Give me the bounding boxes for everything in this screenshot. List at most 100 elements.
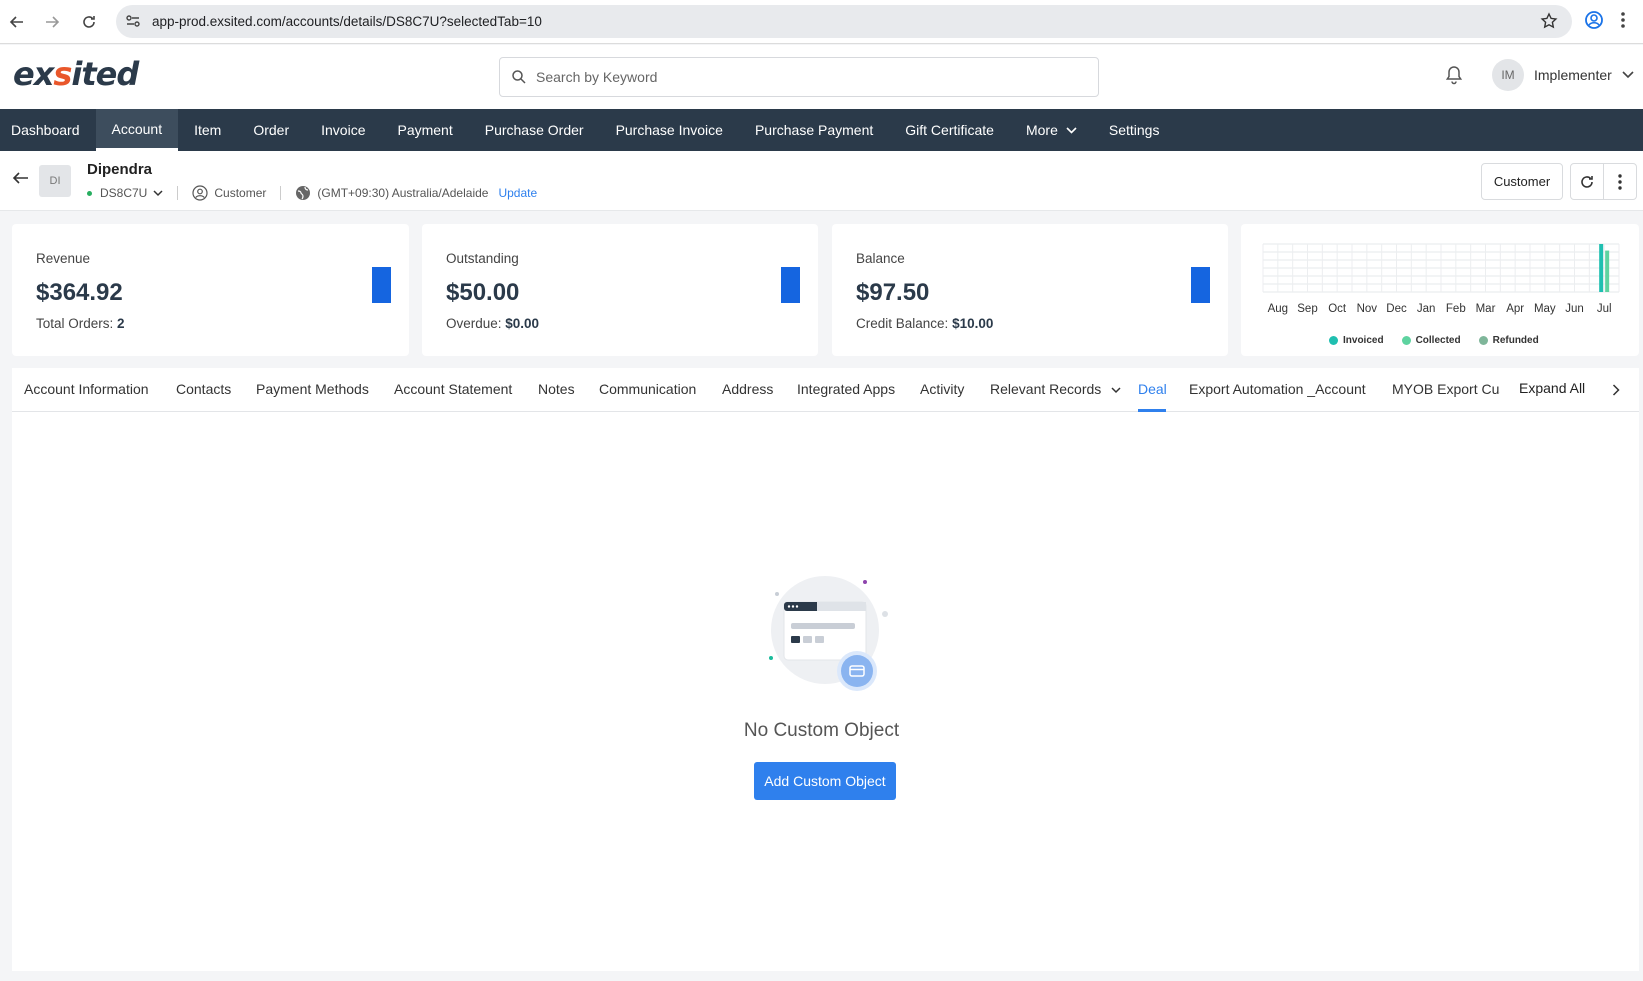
- add-custom-object-button[interactable]: Add Custom Object: [754, 762, 896, 800]
- more-actions-button[interactable]: [1603, 163, 1637, 200]
- site-settings-icon[interactable]: [124, 12, 142, 35]
- nav-gift-certificate[interactable]: Gift Certificate: [889, 109, 1010, 151]
- legend-invoiced[interactable]: Invoiced: [1329, 335, 1384, 346]
- x-tick-label: Nov: [1357, 303, 1378, 315]
- nav-account[interactable]: Account: [95, 109, 179, 151]
- x-tick-label: Mar: [1476, 303, 1496, 315]
- x-tick-label: Feb: [1446, 303, 1466, 315]
- account-id[interactable]: DS8C7U: [100, 186, 147, 200]
- tab-activity[interactable]: Activity: [920, 381, 964, 397]
- outstanding-label: Outstanding: [446, 251, 519, 266]
- update-timezone-link[interactable]: Update: [498, 186, 537, 200]
- status-dot: [87, 190, 92, 196]
- tab-contacts[interactable]: Contacts: [176, 381, 231, 397]
- nav-more-label: More: [1025, 122, 1058, 138]
- back-arrow-icon[interactable]: [11, 171, 29, 190]
- refresh-button[interactable]: [1570, 163, 1604, 200]
- nav-payment[interactable]: Payment: [381, 109, 468, 151]
- balance-label: Balance: [856, 251, 905, 266]
- tab-notes[interactable]: Notes: [538, 381, 575, 397]
- empty-state-title: No Custom Object: [743, 720, 900, 741]
- tab-relevant-records[interactable]: Relevant Records: [990, 381, 1121, 397]
- globe-icon: [296, 186, 311, 200]
- nav-order[interactable]: Order: [237, 109, 305, 151]
- monthly-chart: Aug Sep Oct Nov Dec Jan Feb Mar Apr May Jun Jul: [1262, 243, 1620, 315]
- tab-address[interactable]: Address: [722, 381, 773, 397]
- tab-export-automation-account[interactable]: Export Automation _Account: [1189, 381, 1366, 397]
- bar-collected-jul[interactable]: [1605, 250, 1610, 292]
- legend-refunded[interactable]: Refunded: [1478, 335, 1539, 346]
- nav-purchase-invoice[interactable]: Purchase Invoice: [600, 109, 739, 151]
- user-menu[interactable]: IM Implementer: [1492, 59, 1634, 91]
- forward-arrow-icon[interactable]: [39, 9, 65, 35]
- app-header: exsited IM Implementer: [0, 45, 1643, 109]
- account-timezone: (GMT+09:30) Australia/Adelaide: [317, 186, 489, 200]
- credit-balance: Credit Balance: $10.00: [856, 316, 994, 331]
- search-icon: [511, 69, 527, 90]
- legend-collected[interactable]: Collected: [1401, 335, 1461, 346]
- main-navigation: Dashboard Account Item Order Invoice Pay…: [0, 109, 1643, 151]
- bar-invoiced-jul[interactable]: [1599, 244, 1604, 292]
- account-meta: DS8C7U Customer (GMT+09:30) Australia/Ad…: [87, 185, 537, 201]
- search-box[interactable]: [499, 57, 1099, 97]
- chart-legend: Invoiced Collected Refunded: [1329, 335, 1557, 346]
- refresh-icon: [1581, 175, 1593, 188]
- divider: [280, 186, 282, 200]
- expand-all-button[interactable]: Expand All: [1519, 380, 1585, 396]
- outstanding-amount: $50.00: [446, 279, 520, 306]
- address-bar[interactable]: app-prod.exsited.com/accounts/details/DS…: [116, 5, 1572, 38]
- tab-integrated-apps[interactable]: Integrated Apps: [797, 381, 895, 397]
- chevron-down-icon: [1622, 66, 1634, 84]
- balance-card: Balance $97.50 Credit Balance: $10.00: [832, 224, 1228, 356]
- tab-account-information[interactable]: Account Information: [24, 381, 149, 397]
- x-tick-label: Apr: [1506, 303, 1524, 315]
- chevron-down-icon: [1066, 126, 1077, 134]
- kebab-menu-icon: [1618, 173, 1622, 190]
- outstanding-indicator: [781, 267, 800, 303]
- nav-settings[interactable]: Settings: [1093, 109, 1176, 151]
- search-input[interactable]: [536, 66, 1076, 88]
- account-type-button[interactable]: Customer: [1481, 163, 1563, 200]
- x-tick-label: Oct: [1328, 303, 1347, 315]
- x-tick-label: May: [1534, 303, 1556, 315]
- browser-toolbar: app-prod.exsited.com/accounts/details/DS…: [0, 0, 1643, 44]
- nav-invoice[interactable]: Invoice: [305, 109, 381, 151]
- x-tick-label: Jun: [1565, 303, 1584, 315]
- chevron-down-icon[interactable]: [153, 189, 163, 197]
- exsited-logo[interactable]: exsited: [13, 55, 139, 93]
- revenue-label: Revenue: [36, 251, 91, 266]
- total-orders: Total Orders: 2: [36, 316, 125, 331]
- account-name: Dipendra: [87, 161, 153, 178]
- revenue-chart-card: Aug Sep Oct Nov Dec Jan Feb Mar Apr May Jun Jul Inv…: [1241, 224, 1639, 356]
- bookmark-star-icon[interactable]: [1540, 12, 1558, 35]
- chevron-right-icon[interactable]: [1612, 383, 1620, 401]
- nav-purchase-payment[interactable]: Purchase Payment: [739, 109, 889, 151]
- url-text[interactable]: app-prod.exsited.com/accounts/details/DS…: [152, 14, 542, 29]
- tab-deal[interactable]: Deal: [1138, 381, 1167, 397]
- account-tabs: Account Information Contacts Payment Met…: [12, 368, 1639, 412]
- browser-profile-icon[interactable]: [1584, 10, 1604, 35]
- tab-payment-methods[interactable]: Payment Methods: [256, 381, 369, 397]
- tab-account-statement[interactable]: Account Statement: [394, 381, 512, 397]
- revenue-card: Revenue $364.92 Total Orders: 2: [12, 224, 409, 356]
- outstanding-card: Outstanding $50.00 Overdue: $0.00: [422, 224, 818, 356]
- user-circle-icon: [192, 185, 208, 201]
- nav-dashboard[interactable]: Dashboard: [0, 109, 96, 151]
- account-avatar: DI: [39, 165, 71, 197]
- nav-item[interactable]: Item: [178, 109, 237, 151]
- reload-icon[interactable]: [76, 9, 102, 35]
- active-tab-indicator: [1138, 409, 1166, 412]
- user-name: Implementer: [1534, 67, 1612, 83]
- account-header: DI Dipendra DS8C7U Customer (GMT+09:30) …: [0, 151, 1643, 211]
- tab-communication[interactable]: Communication: [599, 381, 696, 397]
- x-tick-label: Jan: [1417, 303, 1436, 315]
- nav-more[interactable]: More: [1010, 109, 1093, 151]
- notification-bell-icon[interactable]: [1445, 65, 1463, 90]
- balance-amount: $97.50: [856, 279, 930, 306]
- back-arrow-icon[interactable]: [4, 9, 30, 35]
- x-tick-label: Aug: [1268, 303, 1288, 315]
- browser-menu-icon[interactable]: [1620, 10, 1626, 35]
- nav-purchase-order[interactable]: Purchase Order: [469, 109, 600, 151]
- user-avatar: IM: [1492, 59, 1524, 91]
- tab-myob-export[interactable]: MYOB Export Cus: [1392, 381, 1500, 397]
